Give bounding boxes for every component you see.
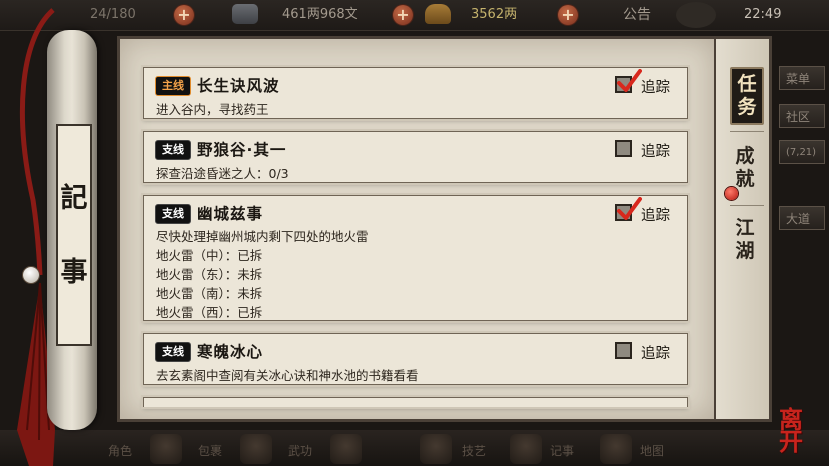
track-toggle[interactable]: 追踪 <box>615 139 683 161</box>
map-icon[interactable] <box>600 434 632 464</box>
character-icon[interactable] <box>150 434 182 464</box>
quest-card[interactable]: 主线 长生诀风波 进入谷内，寻找药王 追踪 <box>143 67 688 119</box>
stamina-value: 24/180 <box>90 7 136 22</box>
tab-achievements[interactable]: 成就 <box>730 145 760 191</box>
track-label: 追踪 <box>641 144 670 160</box>
quest-desc: 探查沿途昏迷之人：0/3 <box>156 166 289 181</box>
top-status-bar: 24/180 + 461两968文 + 3562两 + 公告 22:49 <box>0 0 829 31</box>
track-label: 追踪 <box>641 80 670 96</box>
quest-tag-side: 支线 <box>155 204 191 224</box>
add-cash-button[interactable]: + <box>393 5 413 25</box>
quest-subtask: 地火雷（南）：未拆 <box>156 286 263 301</box>
track-toggle[interactable]: 追踪 <box>615 197 683 225</box>
gold-ingot-icon <box>425 4 451 24</box>
scroll-title-bottom: 事 <box>60 257 88 288</box>
track-checkbox[interactable] <box>615 140 632 157</box>
track-label: 追踪 <box>641 346 670 362</box>
track-checkbox[interactable] <box>615 342 632 359</box>
bottom-label-map: 地图 <box>640 444 665 458</box>
journal-icon[interactable] <box>510 434 542 464</box>
quest-subtask: 地火雷（西）：已拆 <box>156 305 263 320</box>
track-toggle[interactable]: 追踪 <box>615 69 683 97</box>
check-icon <box>617 69 642 92</box>
bag-icon[interactable] <box>240 434 272 464</box>
scroll-title-top: 記 <box>60 183 88 214</box>
quest-card[interactable]: 支线 寒魄冰心 去玄素阁中查阅有关冰心诀和神水池的书籍看看 追踪 <box>143 333 688 385</box>
track-toggle[interactable]: 追踪 <box>615 341 683 363</box>
tab-divider <box>730 131 764 132</box>
quest-title: 寒魄冰心 <box>197 343 264 361</box>
bottom-label-martial: 武功 <box>288 444 313 458</box>
bottom-label-character: 角色 <box>108 444 133 458</box>
quest-tag-main: 主线 <box>155 76 191 96</box>
tab-jianghu[interactable]: 江湖 <box>730 217 760 263</box>
quest-title: 长生诀风波 <box>197 77 280 95</box>
quest-card[interactable]: 支线 幽城兹事 尽快处理掉幽州城内剩下四处的地火雷 地火雷（中）：已拆 地火雷（… <box>143 195 688 321</box>
side-road-button[interactable]: 大道 <box>779 206 825 230</box>
quest-desc: 进入谷内，寻找药王 <box>156 102 269 117</box>
announcement-button[interactable]: 公告 <box>623 5 651 25</box>
quest-desc: 去玄素阁中查阅有关冰心诀和神水池的书籍看看 <box>156 368 419 383</box>
side-coords: (7,21) <box>779 140 825 164</box>
clock: 22:49 <box>744 7 782 22</box>
skills-icon[interactable] <box>420 434 452 464</box>
leave-button[interactable]: 离开 <box>772 408 810 455</box>
check-icon <box>617 197 642 220</box>
add-stamina-button[interactable]: + <box>174 5 194 25</box>
tab-quests[interactable]: 任务 <box>730 67 764 125</box>
quest-title: 幽城兹事 <box>197 205 264 223</box>
bottom-label-journal: 记事 <box>550 444 575 458</box>
cash-value: 461两968文 <box>282 7 358 22</box>
quest-subtask: 地火雷（中）：已拆 <box>156 248 263 263</box>
quest-title: 野狼谷·其一 <box>197 141 287 159</box>
notification-dot-icon <box>725 187 738 200</box>
scroll-title-plate: 記 事 <box>56 124 92 346</box>
side-community-button[interactable]: 社区 <box>779 104 825 128</box>
track-label: 追踪 <box>641 208 670 224</box>
bottom-toolbar: 角色 包裹 武功 技艺 记事 地图 <box>0 430 829 466</box>
quest-card-partial[interactable] <box>143 397 688 407</box>
add-gold-button[interactable]: + <box>558 5 578 25</box>
quest-tag-side: 支线 <box>155 140 191 160</box>
tab-divider <box>730 205 764 206</box>
gold-value: 3562两 <box>471 7 518 22</box>
cash-icon <box>232 4 258 24</box>
announcement-icon <box>676 2 716 28</box>
quest-desc: 尽快处理掉幽州城内剩下四处的地火雷 <box>156 229 369 244</box>
quest-subtask: 地火雷（东）：未拆 <box>156 267 263 282</box>
side-menu-button[interactable]: 菜单 <box>779 66 825 90</box>
jade-bead-icon <box>23 267 39 283</box>
bottom-label-bag: 包裹 <box>198 444 223 458</box>
bottom-label-skills: 技艺 <box>462 444 487 458</box>
quest-card[interactable]: 支线 野狼谷·其一 探查沿途昏迷之人：0/3 追踪 <box>143 131 688 183</box>
martial-arts-icon[interactable] <box>330 434 362 464</box>
quest-tag-side: 支线 <box>155 342 191 362</box>
